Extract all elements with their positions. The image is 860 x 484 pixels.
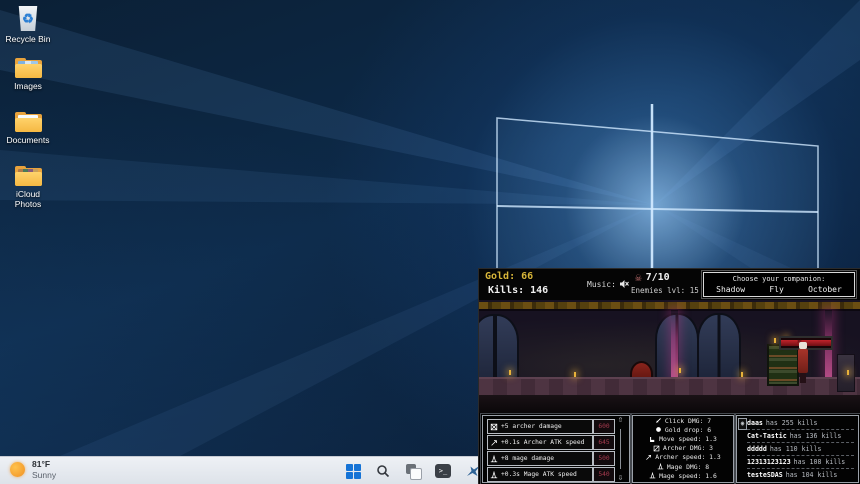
arrow-icon [490,439,498,447]
sword-icon [655,417,662,424]
coin-icon [655,426,662,433]
upgrades-panel: +5 archer damage 600 +0.1s Archer ATK sp… [482,415,630,483]
screen: ♻ Recycle Bin Images Documents iCloud Ph… [0,0,860,484]
companion-option-shadow[interactable]: Shadow [716,285,745,294]
bow-icon [653,445,660,452]
folder-icloud-photos-icon [15,166,42,186]
leaderboard-row: testeSDAShas 104 kills [747,469,854,481]
candle-flame [774,338,776,343]
candle-flame [679,368,681,373]
glowing-pillar [671,310,678,379]
candle-flame [847,370,849,375]
leaderboard-row: daashas 255 kills [747,417,854,430]
music-label: Music: [587,280,616,289]
stat-gold-drop: Gold drop: 6 [633,425,733,434]
upgrade-label: +8 mage damage [501,455,554,462]
wave-counter: ☠ 7/10 [635,271,670,284]
music-toggle[interactable]: Music: [587,279,629,289]
companion-option-fly[interactable]: Fly [769,285,783,294]
desktop-icon-recycle-bin[interactable]: ♻ Recycle Bin [0,6,60,44]
upgrades-scrollbar[interactable]: ⇧ ⇩ [615,417,626,481]
upgrade-label: +5 archer damage [501,423,562,430]
folder-images-icon [15,58,42,78]
search-icon [376,464,390,478]
weather-temperature: 81°F [32,459,56,470]
leaderboard-row: dddddhas 110 kills [747,443,854,456]
arrow-icon [645,454,652,461]
skull-icon: ☠ [635,271,642,284]
folder-documents-icon [15,112,42,132]
player-character [797,342,809,384]
candle-flame [574,372,576,377]
scroll-up-icon[interactable]: ⇧ [615,415,626,425]
enemies-level: Enemies lvl: 15 [631,286,699,295]
upgrade-mage-speed-button[interactable]: +0.3s Mage ATK speed [487,467,593,482]
desktop-icon-label: Recycle Bin [0,34,60,44]
windows-logo-icon [346,464,361,479]
mage-hat-icon [657,463,664,470]
scroll-down-icon[interactable]: ⇩ [615,473,626,483]
terminal-icon: >_ [435,464,451,478]
desktop-icon-documents[interactable]: Documents [0,112,60,145]
companion-title: Choose your companion: [704,275,854,283]
candle-flame [741,372,743,377]
start-button[interactable] [344,462,362,480]
game-scene[interactable]: ☠ [479,300,860,413]
upgrade-mage-damage-button[interactable]: +8 mage damage [487,451,593,466]
terminal-button[interactable]: >_ [434,462,452,480]
desktop-icon-label: Images [0,81,60,91]
companion-option-october[interactable]: October [808,285,842,294]
upgrade-archer-damage-button[interactable]: +5 archer damage [487,419,593,434]
leaderboard-panel: ◉ daashas 255 kills Cat-Tastichas 136 ki… [736,415,859,483]
desktop-icon-icloud-photos[interactable]: iCloud Photos [2,166,54,209]
upgrade-price: 540 [593,467,615,482]
leaderboard-row: 12313123123has 108 kills [747,456,854,469]
stat-move-speed: Move speed: 1.3 [633,435,733,444]
game-window: Gold: 66 Kills: 146 Music: ☠ 7/10 Enemie… [478,268,860,484]
stat-mage-speed: Mage speed: 1.6 [633,471,733,480]
bow-icon [490,423,498,431]
stat-archer-speed: Archer speed: 1.3 [633,453,733,462]
leaderboard-row: Cat-Tastichas 136 kills [747,430,854,443]
bookshelf [767,344,799,386]
desktop-icon-images[interactable]: Images [0,58,60,91]
mage-hat-icon [649,472,656,479]
ceiling-beam [479,302,860,311]
mage-hat-icon [490,455,498,463]
candle-flame [509,370,511,375]
mage-hat-icon [490,471,498,479]
upgrade-archer-speed-button[interactable]: +0.1s Archer ATK speed [487,435,593,450]
music-muted-icon [619,279,629,289]
wave-value: 7/10 [646,272,670,283]
upgrade-price: 645 [593,435,615,450]
boot-icon [649,436,656,443]
search-button[interactable] [374,462,392,480]
desktop-icon-label: iCloud Photos [2,189,54,209]
upgrade-price: 600 [593,419,615,434]
task-view-button[interactable] [404,462,422,480]
upgrade-label: +0.3s Mage ATK speed [501,471,577,478]
desktop-icon-label: Documents [0,135,60,145]
stat-click-dmg: Click DMG: 7 [633,416,733,425]
recycle-bin-icon: ♻ [18,6,39,31]
companion-selector: Choose your companion: Shadow Fly Octobe… [703,272,855,297]
sun-icon [10,462,25,477]
game-header: Gold: 66 Kills: 146 Music: ☠ 7/10 Enemie… [479,269,860,300]
weather-widget[interactable]: 81°F Sunny [10,459,56,480]
stat-mage-dmg: Mage DMG: 8 [633,462,733,471]
upgrade-label: +0.1s Archer ATK speed [501,439,584,446]
upgrade-price: 500 [593,451,615,466]
stats-panel: Click DMG: 7 Gold drop: 6 Move speed: 1.… [632,415,734,483]
stat-archer-dmg: Archer DMG: 3 [633,444,733,453]
leaderboard-badge-icon: ◉ [738,418,747,430]
weather-condition: Sunny [32,470,56,480]
stone-pedestal [837,354,855,392]
game-bottom-panels: +5 archer damage 600 +0.1s Archer ATK sp… [479,413,860,484]
kills-counter: Kills: 146 [488,285,548,296]
gold-counter: Gold: 66 [485,271,533,282]
